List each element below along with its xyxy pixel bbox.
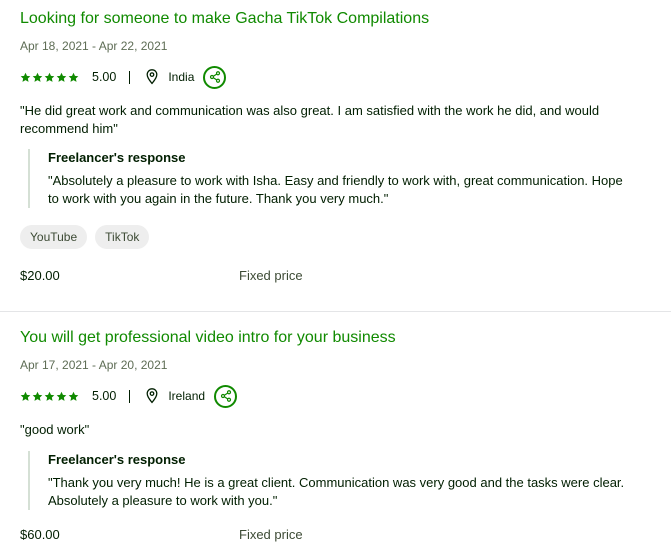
- star-icon: [68, 391, 79, 401]
- price-amount: $20.00: [20, 268, 60, 283]
- rating-row: 5.00 Ireland: [20, 384, 238, 408]
- star-icon: [20, 72, 31, 82]
- rating-score: 5.00: [92, 70, 117, 84]
- review-comment: "He did great work and communication was…: [20, 103, 600, 136]
- response-label: Freelancer's response: [48, 150, 186, 165]
- separator: [129, 389, 131, 403]
- tag-tiktok[interactable]: TikTok: [95, 225, 150, 249]
- star-rating: [20, 72, 79, 83]
- star-rating: [20, 391, 79, 402]
- response-text: "Absolutely a pleasure to work with Isha…: [48, 173, 623, 206]
- skill-tags: YouTube TikTok: [20, 225, 150, 249]
- price-amount: $60.00: [20, 527, 60, 542]
- client-country: India: [168, 70, 195, 84]
- review-comment: "good work": [20, 422, 90, 437]
- tag-youtube[interactable]: YouTube: [20, 225, 88, 249]
- share-button[interactable]: [203, 65, 227, 89]
- star-icon: [56, 72, 67, 82]
- share-icon: [220, 390, 231, 402]
- share-button[interactable]: [214, 384, 238, 408]
- freelancer-response: Freelancer's response "Thank you very mu…: [28, 451, 628, 510]
- job-title-link[interactable]: You will get professional video intro fo…: [20, 329, 396, 347]
- price-type: Fixed price: [239, 268, 303, 283]
- location-pin-icon: [146, 388, 158, 404]
- location-pin-icon: [146, 69, 158, 85]
- star-icon: [56, 391, 67, 401]
- rating-row: 5.00 India: [20, 65, 227, 89]
- response-text: "Thank you very much! He is a great clie…: [48, 475, 625, 508]
- job-title-link[interactable]: Looking for someone to make Gacha TikTok…: [20, 10, 429, 28]
- star-icon: [20, 391, 31, 401]
- date-range: Apr 17, 2021 - Apr 20, 2021: [20, 358, 168, 372]
- star-icon: [68, 72, 79, 82]
- client-country: Ireland: [168, 389, 206, 403]
- price-type: Fixed price: [239, 527, 303, 542]
- star-icon: [44, 72, 55, 82]
- divider: [0, 311, 671, 312]
- separator: [129, 70, 131, 84]
- date-range: Apr 18, 2021 - Apr 22, 2021: [20, 39, 168, 53]
- rating-score: 5.00: [92, 389, 117, 403]
- star-icon: [32, 72, 43, 82]
- star-icon: [32, 391, 43, 401]
- star-icon: [44, 391, 55, 401]
- share-icon: [209, 71, 220, 83]
- response-label: Freelancer's response: [48, 452, 186, 467]
- freelancer-response: Freelancer's response "Absolutely a plea…: [28, 149, 628, 208]
